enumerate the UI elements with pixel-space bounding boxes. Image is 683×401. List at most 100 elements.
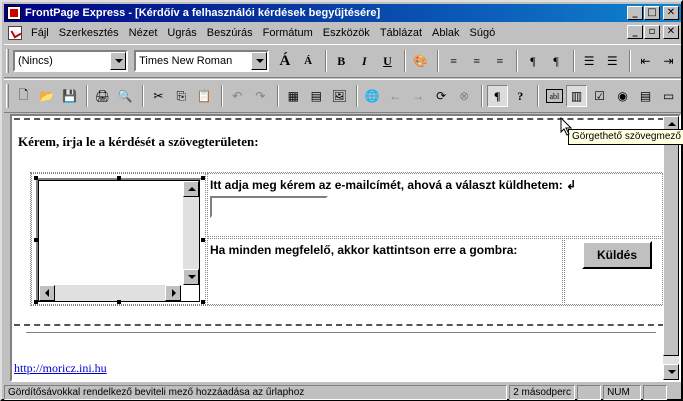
menu-go[interactable]: Ugrás — [162, 27, 201, 39]
textarea-horizontal-scrollbar[interactable] — [39, 285, 181, 301]
forward-arrow-icon[interactable]: → — [408, 85, 429, 107]
menu-view[interactable]: Nézet — [124, 27, 163, 39]
frontpage-app-icon[interactable] — [7, 6, 21, 20]
document-icon[interactable] — [8, 25, 22, 40]
help-pointer-icon[interactable]: ? — [510, 85, 531, 107]
hyperlink-icon[interactable]: 🌐 — [362, 85, 383, 107]
copy-icon[interactable]: ⎘ — [171, 85, 192, 107]
email-field[interactable] — [210, 196, 328, 218]
menu-window[interactable]: Ablak — [427, 27, 465, 39]
status-download-time: 2 másodperc — [509, 385, 576, 400]
one-line-textbox-icon[interactable]: abl — [545, 89, 563, 103]
numbered-list-button[interactable]: ☰ — [579, 50, 600, 72]
scrolling-textbox-icon[interactable]: ▥ — [566, 85, 588, 107]
menu-table[interactable]: Táblázat — [375, 27, 427, 39]
resize-grip-icon[interactable] — [669, 385, 681, 400]
form-table: Itt adja meg kérem az e-mailcímét, ahová… — [30, 172, 664, 306]
caption-buttons: _ □ ✕ — [626, 6, 679, 20]
selection-handle[interactable] — [34, 300, 38, 304]
print-preview-icon[interactable]: 🔍 — [115, 85, 136, 107]
paste-icon[interactable]: 📋 — [194, 85, 215, 107]
print-icon[interactable]: 🖨 — [92, 85, 113, 107]
increase-indent-button[interactable]: ⇥ — [658, 50, 679, 72]
standard-toolbar: 🗋 📂 💾 🖨 🔍 ✂ ⎘ 📋 ↶ ↷ ▦ ▤ 🖼 🌐 ← → ⟳ ⊗ ¶ ? … — [4, 79, 681, 113]
push-button-icon[interactable]: ▭ — [658, 85, 679, 107]
back-arrow-icon[interactable]: ← — [385, 85, 406, 107]
insert-image-icon[interactable]: 🖼 — [329, 85, 350, 107]
chevron-down-icon[interactable] — [250, 52, 267, 70]
insert-table-icon[interactable]: ▤ — [306, 85, 327, 107]
selection-handle[interactable] — [201, 300, 205, 304]
increase-font-button[interactable]: Á — [274, 50, 295, 72]
align-center-button[interactable]: ≡ — [466, 50, 487, 72]
ltr-paragraph-button[interactable]: ¶ — [522, 50, 543, 72]
menu-format[interactable]: Formátum — [258, 27, 318, 39]
toolbar-separator — [355, 85, 358, 107]
cut-icon[interactable]: ✂ — [148, 85, 169, 107]
question-textarea[interactable] — [36, 178, 202, 304]
font-select[interactable]: Times New Roman — [134, 50, 269, 72]
show-formatting-marks-icon[interactable]: ¶ — [486, 85, 508, 107]
scroll-right-icon[interactable] — [165, 285, 181, 301]
close-button[interactable]: ✕ — [663, 6, 679, 20]
italic-button[interactable]: I — [354, 50, 375, 72]
undo-icon[interactable]: ↶ — [227, 85, 248, 107]
page-editor[interactable]: Kérem, írja le a kérdését a szövegterüle… — [10, 114, 681, 382]
refresh-icon[interactable]: ⟳ — [431, 85, 452, 107]
editor-vertical-scrollbar[interactable] — [663, 116, 679, 380]
selection-handle[interactable] — [34, 176, 38, 180]
toolbar-separator — [324, 50, 327, 72]
submit-button[interactable]: Küldés — [582, 241, 652, 269]
textarea-vertical-scrollbar[interactable] — [183, 181, 199, 285]
document-restore-button[interactable]: ▫ — [644, 25, 660, 39]
new-page-icon[interactable]: 🗋 — [13, 85, 34, 107]
maximize-button[interactable]: □ — [644, 6, 660, 20]
toolbar-grip[interactable] — [6, 84, 9, 108]
align-right-button[interactable]: ≡ — [489, 50, 510, 72]
stop-icon[interactable]: ⊗ — [454, 85, 475, 107]
submit-label: Ha minden megfelelő, akkor kattintson er… — [210, 243, 518, 257]
selection-handle[interactable] — [201, 176, 205, 180]
selection-handle[interactable] — [117, 300, 121, 304]
decrease-indent-button[interactable]: ⇤ — [635, 50, 656, 72]
selection-handle[interactable] — [201, 238, 205, 242]
open-folder-icon[interactable]: 📂 — [36, 85, 57, 107]
scroll-left-icon[interactable] — [39, 285, 55, 301]
bulleted-list-button[interactable]: ☰ — [602, 50, 623, 72]
chevron-down-icon[interactable] — [110, 52, 127, 70]
rtl-paragraph-button[interactable]: ¶ — [546, 50, 567, 72]
email-cell: Itt adja meg kérem az e-mailcímét, ahová… — [207, 173, 663, 237]
selection-handle[interactable] — [34, 238, 38, 242]
menu-insert[interactable]: Beszúrás — [202, 27, 258, 39]
save-icon[interactable]: 💾 — [59, 85, 80, 107]
redo-icon[interactable]: ↷ — [250, 85, 271, 107]
insert-webbot-icon[interactable]: ▦ — [283, 85, 304, 107]
question-prompt: Kérem, írja le a kérdését a szövegterüle… — [18, 134, 259, 149]
minimize-button[interactable]: _ — [627, 6, 643, 20]
menu-help[interactable]: Súgó — [465, 27, 501, 39]
align-left-button[interactable]: ≡ — [443, 50, 464, 72]
selection-handle[interactable] — [117, 176, 121, 180]
title-bar[interactable]: FrontPage Express - [Kérdőív a felhaszná… — [4, 4, 681, 22]
checkbox-icon[interactable]: ☑ — [589, 85, 610, 107]
document-close-button[interactable]: ✕ — [663, 25, 679, 39]
radio-button-icon[interactable]: ◉ — [612, 85, 633, 107]
menu-edit[interactable]: Szerkesztés — [54, 27, 124, 39]
style-select[interactable]: (Nincs) — [12, 50, 129, 72]
scroll-down-icon[interactable] — [183, 269, 199, 285]
decrease-font-button[interactable]: Á — [298, 50, 319, 72]
scrollbar-thumb[interactable] — [663, 132, 679, 356]
menu-file[interactable]: Fájl — [26, 27, 54, 39]
toolbar-separator — [536, 85, 539, 107]
text-color-icon[interactable]: 🎨 — [410, 50, 431, 72]
toolbar-grip[interactable] — [6, 49, 9, 73]
homepage-link[interactable]: http://moricz.ini.hu — [14, 361, 107, 376]
underline-button[interactable]: U — [377, 50, 398, 72]
menu-tools[interactable]: Eszközök — [318, 27, 375, 39]
scroll-down-icon[interactable] — [663, 364, 679, 380]
bold-button[interactable]: B — [331, 50, 352, 72]
dropdown-menu-icon[interactable]: ▤ — [635, 85, 656, 107]
form-region[interactable]: Kérem, írja le a kérdését a szövegterüle… — [14, 118, 664, 326]
scroll-up-icon[interactable] — [183, 181, 199, 197]
document-minimize-button[interactable]: _ — [627, 25, 643, 39]
